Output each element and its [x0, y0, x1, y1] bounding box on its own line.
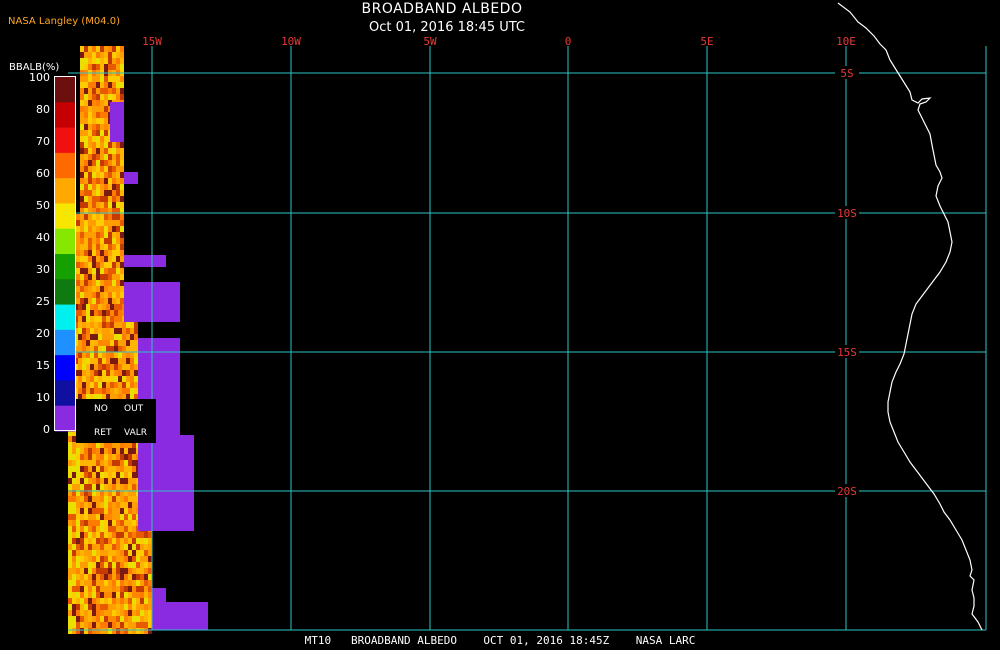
- out-of-range-area: [152, 602, 208, 630]
- no-retrieval-text: NO: [94, 404, 108, 414]
- colorbar-label: 10: [36, 391, 50, 404]
- colorbar-swatch: [55, 178, 75, 204]
- colorbar-swatch: [55, 254, 75, 280]
- colorbar-swatch: [55, 102, 75, 129]
- latitude-labels: 5S 10S 15S 20S: [835, 66, 859, 498]
- lat-lon-grid: [68, 46, 987, 631]
- no-retrieval-legend: NO OUT RET VALR: [76, 399, 156, 443]
- map-title: BROADBAND ALBEDO: [361, 1, 523, 17]
- colorbar-label: 40: [36, 231, 50, 244]
- latitude-label: 10S: [837, 207, 857, 220]
- longitude-label: 10E: [836, 35, 856, 48]
- latitude-label: 20S: [837, 485, 857, 498]
- colorbar-swatch: [55, 355, 75, 381]
- latitude-label: 5S: [840, 67, 853, 80]
- colorbar-label: 20: [36, 327, 50, 340]
- colorbar-swatch: [55, 380, 75, 407]
- colorbar-swatch: [55, 405, 75, 432]
- colorbar-swatch: [55, 279, 75, 306]
- colorbar: [54, 76, 76, 432]
- colorbar-swatch: [55, 77, 75, 103]
- colorbar-label: 50: [36, 199, 50, 212]
- colorbar-label: 0: [43, 423, 50, 436]
- footer-caption: MT10 BROADBAND ALBEDO OCT 01, 2016 18:45…: [304, 634, 696, 647]
- out-of-range-area: [124, 255, 166, 267]
- longitude-label: 5E: [700, 35, 713, 48]
- colorbar-swatch: [55, 152, 75, 179]
- longitude-label: 15W: [142, 35, 162, 48]
- colorbar-label: 25: [36, 295, 50, 308]
- no-retrieval-text: RET: [94, 428, 112, 438]
- colorbar-label: 15: [36, 359, 50, 372]
- out-of-range-text: VALR: [124, 428, 148, 438]
- longitude-label: 10W: [281, 35, 301, 48]
- out-of-range-area: [124, 172, 138, 184]
- coastline: [837, 2, 983, 631]
- longitude-labels: 15W 10W 5W 0 5E 10E: [142, 35, 856, 48]
- colorbar-swatch: [55, 304, 75, 331]
- colorbar-swatch: [55, 329, 75, 356]
- latitude-label: 15S: [837, 346, 857, 359]
- colorbar-label: 100: [29, 71, 50, 84]
- albedo-data-swath: [68, 46, 208, 634]
- colorbar-label: 70: [36, 135, 50, 148]
- colorbar-swatch: [55, 127, 75, 154]
- albedo-map: 15W 10W 5W 0 5E 10E 5S 10S 15S 20S: [68, 2, 987, 634]
- out-of-range-area: [152, 588, 166, 602]
- longitude-label: 0: [565, 35, 572, 48]
- longitude-label: 5W: [423, 35, 437, 48]
- colorbar-label: 30: [36, 263, 50, 276]
- colorbar-label: 80: [36, 103, 50, 116]
- out-of-range-area: [138, 435, 194, 531]
- out-of-range-text: OUT: [124, 404, 144, 414]
- map-datetime: Oct 01, 2016 18:45 UTC: [369, 20, 525, 35]
- colorbar-swatch: [55, 228, 75, 255]
- out-of-range-area: [110, 102, 124, 142]
- colorbar-swatch: [55, 203, 75, 230]
- colorbar-label: 60: [36, 167, 50, 180]
